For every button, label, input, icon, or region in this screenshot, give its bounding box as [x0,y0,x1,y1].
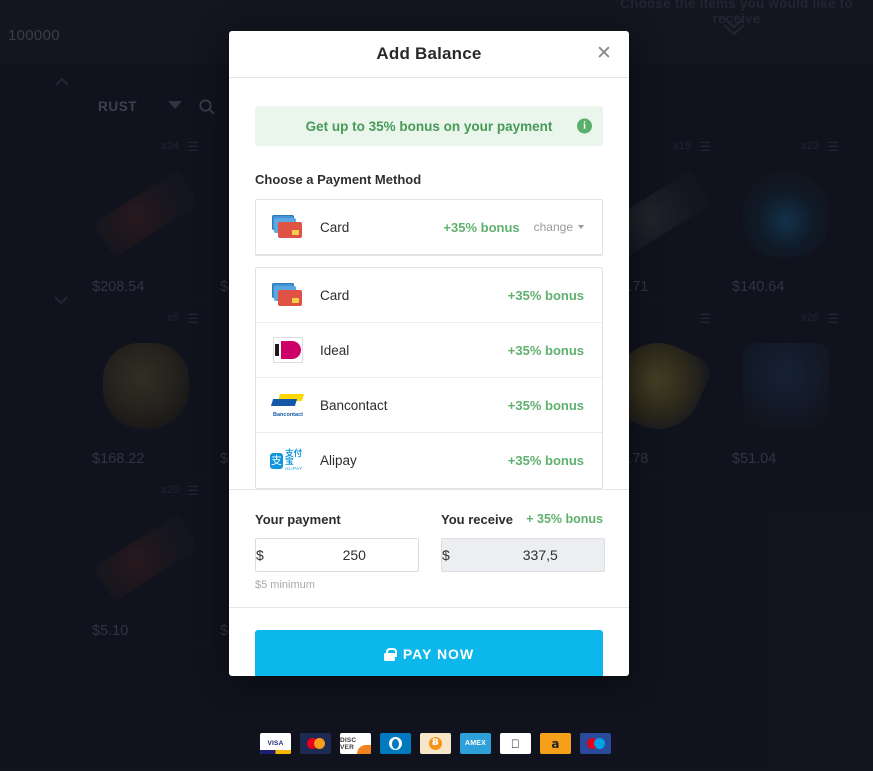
payment-currency-symbol: $ [256,547,264,563]
payment-method-name: Ideal [320,342,350,358]
diners-club-logo [380,733,411,754]
receive-amount-box: $ [441,538,629,572]
amex-logo-text: AMEX [464,740,487,747]
amount-section: Your payment You receive + 35% bonus $ $… [229,490,629,608]
payment-method-row[interactable]: Card +35% bonus [256,268,602,323]
visa-logo-text: VISA [267,740,284,747]
receive-amount-input [449,547,629,563]
amazon-pay-logo: a [540,733,571,754]
payment-method-row[interactable]: Bancontact Bancontact +35% bonus [256,378,602,433]
bitcoin-logo: Ƀ [420,733,451,754]
bitcoin-glyph: Ƀ [429,737,442,750]
modal-header: Add Balance ✕ [229,31,629,78]
modal-body: Get up to 35% bonus on your payment i Ch… [229,106,629,676]
change-method-button[interactable]: change [534,220,584,234]
your-payment-label: Your payment [255,512,341,527]
card-stack-icon [270,281,306,309]
selected-method-bonus: +35% bonus [443,219,520,235]
payment-method-name: Bancontact [320,397,388,413]
selected-method-box: Card +35% bonus change [255,199,603,256]
lock-icon [383,647,397,661]
receive-bonus-label: + 35% bonus [526,512,603,526]
payment-method-name: Alipay [320,453,357,468]
info-icon[interactable]: i [577,118,592,134]
divider [229,607,629,608]
close-icon[interactable]: ✕ [593,43,615,65]
payment-method-section-label: Choose a Payment Method [255,172,422,187]
accepted-payment-logos: VISA DISC VER Ƀ AMEX  a [260,733,611,754]
payment-methods-list[interactable]: Card +35% bonus Ideal +35% bonus Bancontact B… [255,267,603,489]
bonus-banner: Get up to 35% bonus on your payment i [255,106,603,146]
add-balance-modal: Add Balance ✕ Get up to 35% bonus on you… [229,31,629,676]
page-title: Add Balance [376,44,482,63]
payment-amount-box[interactable]: $ [255,538,445,572]
ideal-icon [270,336,306,364]
selected-payment-method-row[interactable]: Card +35% bonus change [256,200,602,255]
payment-method-row[interactable]: 支支付宝 ALIPAY Alipay +35% bonus [256,433,602,488]
payment-method-bonus: +35% bonus [507,397,584,413]
pay-now-label: PAY NOW [402,646,475,662]
mastercard-logo [300,733,331,754]
payment-method-name: Card [320,287,350,303]
amazon-logo-text: a [551,736,560,751]
discover-logo-text: DISC VER [340,736,357,751]
alipay-icon: 支支付宝 ALIPAY [270,448,303,471]
apple-glyph:  [511,737,520,751]
visa-logo: VISA [260,733,291,754]
receive-currency-symbol: $ [442,547,450,563]
minimum-hint: $5 minimum [255,579,315,591]
pay-now-button[interactable]: PAY NOW [255,630,603,676]
bancontact-icon: Bancontact [270,391,306,419]
discover-logo: DISC VER [340,733,371,754]
maestro-logo [580,733,611,754]
payment-amount-input[interactable] [263,547,445,563]
you-receive-label: You receive [441,512,514,527]
payment-method-bonus: +35% bonus [507,342,584,358]
amex-logo: AMEX [460,733,491,754]
change-method-label: change [533,220,573,234]
selected-method-name: Card [320,219,350,235]
payment-method-bonus: +35% bonus [507,453,584,468]
caret-down-icon [578,225,584,229]
payment-method-row[interactable]: Ideal +35% bonus [256,323,602,378]
payment-method-bonus: +35% bonus [507,287,584,303]
info-glyph: i [583,120,586,132]
apple-pay-logo:  [500,733,531,754]
card-stack-icon [270,213,306,241]
bonus-banner-text: Get up to 35% bonus on your payment [305,118,553,134]
